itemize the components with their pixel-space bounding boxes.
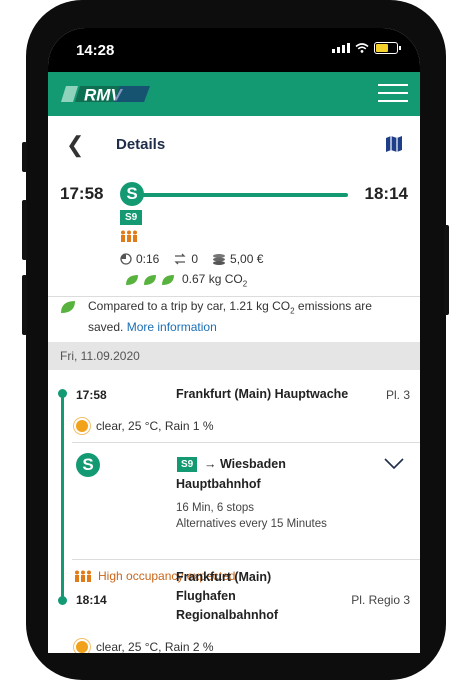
leaf-rating-icon bbox=[126, 275, 174, 286]
wifi-icon bbox=[355, 43, 369, 53]
origin-stop-name[interactable]: Frankfurt (Main) Hauptwache bbox=[176, 385, 348, 404]
trip-summary[interactable]: 17:58 S 18:14 S9 0:16 0 5,00 € 0.67 kg C… bbox=[48, 172, 420, 290]
occupancy-icon bbox=[75, 570, 91, 582]
origin-weather-text: clear, 25 °C, Rain 1 % bbox=[96, 419, 214, 433]
destination-time: 18:14 bbox=[76, 593, 107, 607]
origin-platform: Pl. 3 bbox=[385, 388, 410, 402]
origin-time: 17:58 bbox=[76, 388, 107, 402]
co2-row: 0.67 kg CO2 bbox=[124, 272, 247, 288]
summary-departure-time: 17:58 bbox=[60, 184, 104, 203]
origin-weather: clear, 25 °C, Rain 1 % bbox=[76, 419, 214, 433]
phone-screen: 14:28 RMV ❮ Details 17:58 S 18:14 S9 0:1… bbox=[48, 28, 420, 653]
trip-stats: 0:16 0 5,00 € bbox=[120, 252, 263, 266]
destination-weather: clear, 25 °C, Rain 2 % bbox=[76, 640, 214, 653]
transfers-stat: 0 bbox=[173, 252, 198, 266]
back-arrow-icon[interactable]: ❮ bbox=[66, 132, 84, 158]
line-badge: S9 bbox=[120, 210, 143, 225]
s-bahn-icon: S bbox=[76, 453, 100, 477]
s-bahn-icon: S bbox=[120, 182, 144, 206]
duration-value: 0:16 bbox=[136, 252, 160, 266]
co2-notice-text: Compared to a trip by car, 1.21 kg CO2 e… bbox=[88, 299, 372, 335]
occupancy-icon bbox=[121, 230, 137, 242]
leg-details: 16 Min, 6 stops Alternatives every 15 Mi… bbox=[176, 500, 327, 532]
leg-direction: → Wiesbaden Hauptbahnhof bbox=[176, 457, 286, 491]
sun-icon bbox=[76, 641, 88, 653]
price-value: 5,00 € bbox=[230, 252, 264, 266]
coins-icon bbox=[213, 254, 226, 265]
leaf-icon bbox=[61, 301, 75, 313]
summary-arrival-time: 18:14 bbox=[364, 184, 408, 203]
destination-weather-text: clear, 25 °C, Rain 2 % bbox=[96, 640, 214, 653]
co2-value: 0.67 kg CO2 bbox=[182, 272, 248, 289]
rmv-logo: RMV bbox=[61, 86, 150, 105]
navigation-bar: ❮ Details bbox=[48, 116, 420, 172]
battery-icon bbox=[374, 42, 401, 54]
transfers-value: 0 bbox=[191, 252, 199, 266]
destination-platform: Pl. Regio 3 bbox=[351, 593, 410, 607]
leg-alternatives: Alternatives every 15 Minutes bbox=[176, 518, 327, 530]
map-icon[interactable] bbox=[384, 134, 404, 154]
duration-stat: 0:16 bbox=[120, 252, 159, 266]
trip-date: Fri, 11.09.2020 bbox=[60, 349, 140, 363]
leg-duration-stops: 16 Min, 6 stops bbox=[176, 502, 254, 514]
divider bbox=[72, 559, 420, 560]
destination-dot bbox=[58, 596, 67, 605]
price-stat: 5,00 € bbox=[212, 252, 263, 266]
route-line bbox=[136, 193, 348, 197]
status-icons bbox=[332, 42, 401, 54]
more-information-link[interactable]: More information bbox=[127, 320, 217, 334]
signal-icon bbox=[332, 43, 350, 53]
co2-notice: Compared to a trip by car, 1.21 kg CO2 e… bbox=[48, 292, 420, 340]
page-title: Details bbox=[116, 136, 166, 153]
chevron-down-icon[interactable] bbox=[384, 458, 404, 470]
volume-up-button bbox=[22, 200, 27, 260]
divider bbox=[72, 442, 420, 443]
date-header: Fri, 11.09.2020 bbox=[48, 342, 420, 370]
transfer-icon bbox=[174, 253, 186, 265]
destination-stop-name[interactable]: Frankfurt (Main) Flughafen Regionalbahnh… bbox=[176, 568, 278, 625]
itinerary-timeline bbox=[61, 393, 64, 600]
power-button bbox=[444, 225, 449, 315]
clock-icon bbox=[120, 253, 132, 265]
origin-dot bbox=[58, 389, 67, 398]
status-time: 14:28 bbox=[76, 42, 115, 59]
mute-switch bbox=[22, 142, 27, 172]
volume-down-button bbox=[22, 275, 27, 335]
hamburger-menu-button[interactable] bbox=[378, 84, 408, 104]
status-bar: 14:28 bbox=[48, 28, 420, 72]
sun-icon bbox=[76, 420, 88, 432]
app-header: RMV bbox=[48, 72, 420, 116]
